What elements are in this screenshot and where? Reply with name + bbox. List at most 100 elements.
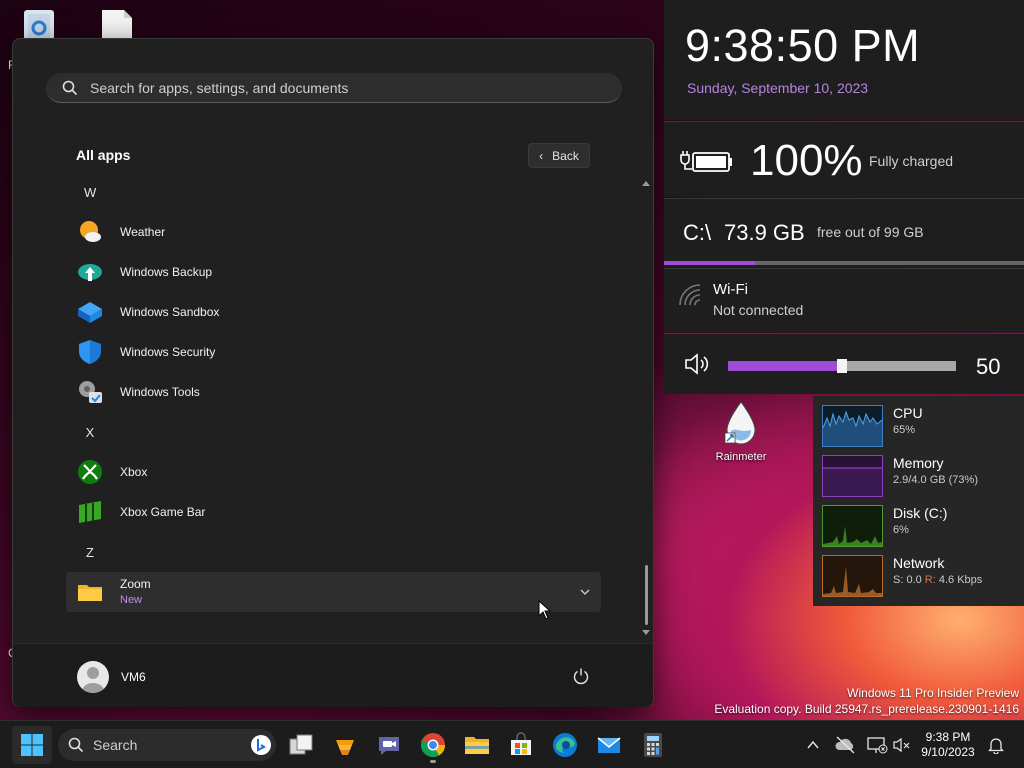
back-label: Back (552, 148, 579, 163)
scroll-down-arrow-icon[interactable] (641, 629, 651, 637)
game-bar-icon (77, 499, 103, 525)
back-button[interactable]: ‹ Back (528, 143, 590, 168)
taskbar-search[interactable]: Search (58, 729, 276, 761)
app-label: Windows Tools (120, 385, 200, 399)
user-name[interactable]: VM6 (121, 670, 146, 684)
disk-usage-fill (664, 261, 756, 265)
power-icon (573, 668, 589, 685)
weather-icon (77, 219, 103, 245)
net-send: S: 0.0 (893, 574, 925, 586)
start-button[interactable] (12, 726, 52, 764)
clock-time: 9:38:50 PM (685, 20, 921, 71)
all-apps-title: All apps (76, 147, 131, 163)
volume-slider-thumb[interactable] (837, 359, 847, 373)
rainmeter-clock-panel: 9:38:50 PM Sunday, September 10, 2023 (664, 0, 1024, 120)
tools-gear-icon (77, 379, 103, 405)
start-footer: VM6 (13, 643, 653, 707)
app-item-windows-tools[interactable]: Windows Tools (66, 373, 601, 411)
battery-widget: 100% Fully charged (664, 121, 1024, 197)
section-letter-x[interactable]: X (84, 425, 96, 440)
wifi-widget: Wi-Fi Not connected (664, 268, 1024, 332)
sandbox-icon (77, 299, 103, 325)
chrome-button[interactable] (413, 726, 453, 764)
task-view-icon (289, 734, 313, 755)
app-label: Weather (120, 225, 166, 239)
file-explorer-button[interactable] (457, 726, 497, 764)
app-item-weather[interactable]: Weather (66, 213, 601, 251)
onedrive-offline-icon[interactable] (834, 735, 856, 755)
perf-name: CPU (893, 405, 923, 421)
battery-charging-icon (680, 151, 732, 172)
app-list-scrollbar[interactable] (641, 179, 651, 639)
app-label: Windows Security (120, 345, 216, 359)
user-avatar[interactable] (77, 661, 109, 693)
file-icon[interactable] (100, 6, 134, 40)
task-view-button[interactable] (281, 726, 321, 764)
chat-icon (379, 737, 399, 755)
wifi-title: Wi-Fi (713, 281, 748, 298)
taskbar-time: 9:38 PM (925, 730, 971, 744)
scroll-thumb[interactable] (645, 565, 648, 625)
app-item-windows-sandbox[interactable]: Windows Sandbox (66, 293, 601, 331)
volume-value: 50 (976, 354, 1001, 379)
calculator-button[interactable] (633, 726, 673, 764)
volume-muted-icon[interactable] (893, 736, 911, 754)
teams-chat-button[interactable] (369, 726, 409, 764)
notification-bell-icon[interactable] (988, 736, 1004, 754)
speaker-icon[interactable] (684, 352, 712, 376)
perf-name: Memory (893, 455, 944, 471)
perf-value: S: 0.0 R: 4.6 Kbps (893, 574, 982, 586)
section-letter-w[interactable]: W (84, 185, 96, 200)
perf-name: Disk (C:) (893, 505, 948, 521)
volume-fill (728, 361, 842, 371)
rainmeter-shortcut[interactable]: Rainmeter (713, 400, 769, 463)
app-item-xbox[interactable]: Xbox (66, 453, 601, 491)
rainmeter-label: Rainmeter (715, 451, 767, 463)
shield-icon (77, 339, 103, 365)
widgets-weather-icon (336, 740, 354, 755)
app-label: Xbox Game Bar (120, 505, 206, 519)
app-item-xbox-game-bar[interactable]: Xbox Game Bar (66, 493, 601, 531)
disk-usage-bar (664, 261, 1024, 265)
network-disconnected-icon[interactable] (866, 735, 888, 755)
perf-item-disk[interactable]: Disk (C:) 6% (822, 505, 1022, 549)
perf-item-memory[interactable]: Memory 2.9/4.0 GB (73%) (822, 455, 1022, 499)
perf-value: 6% (893, 524, 909, 536)
watermark-line-1: Windows 11 Pro Insider Preview (847, 686, 1019, 700)
start-menu: Search for apps, settings, and documents… (12, 38, 654, 707)
mouse-cursor-icon (538, 600, 552, 620)
perf-item-network[interactable]: Network S: 0.0 R: 4.6 Kbps (822, 555, 1022, 599)
disk-total-text: free out of 99 GB (817, 224, 924, 240)
edge-button[interactable] (545, 726, 585, 764)
section-letter-z[interactable]: Z (84, 545, 96, 560)
start-search-input[interactable]: Search for apps, settings, and documents (46, 73, 622, 103)
microsoft-store-button[interactable] (501, 726, 541, 764)
chevron-up-icon[interactable] (806, 739, 820, 751)
zoom-label: Zoom (120, 577, 151, 591)
wifi-status: Not connected (713, 302, 804, 318)
app-label: Windows Backup (120, 265, 213, 279)
perf-value: 2.9/4.0 GB (73%) (893, 474, 978, 486)
running-indicator (430, 760, 436, 763)
app-item-windows-security[interactable]: Windows Security (66, 333, 601, 371)
power-button[interactable] (569, 664, 593, 688)
calculator-icon (644, 733, 662, 757)
search-icon (62, 80, 78, 95)
mail-button[interactable] (589, 726, 629, 764)
perf-item-cpu[interactable]: CPU 65% (822, 405, 1022, 449)
app-item-windows-backup[interactable]: Windows Backup (66, 253, 601, 291)
recycle-bin-icon[interactable] (20, 6, 58, 40)
taskbar-clock[interactable]: 9:38 PM 9/10/2023 (912, 730, 984, 760)
store-icon (511, 732, 531, 755)
battery-percent: 100% (750, 136, 863, 185)
scroll-up-arrow-icon[interactable] (641, 179, 651, 187)
app-item-zoom-folder[interactable]: Zoom New (66, 572, 601, 612)
perf-value: 65% (893, 424, 916, 436)
disk-drive-label: C:\ (683, 220, 712, 245)
mail-icon (597, 737, 621, 753)
cpu-graph (822, 405, 883, 447)
disk-widget: C:\ 73.9 GB free out of 99 GB (664, 198, 1024, 267)
widgets-button[interactable] (325, 726, 365, 764)
wifi-icon (679, 284, 701, 306)
chevron-down-icon[interactable] (579, 585, 591, 603)
